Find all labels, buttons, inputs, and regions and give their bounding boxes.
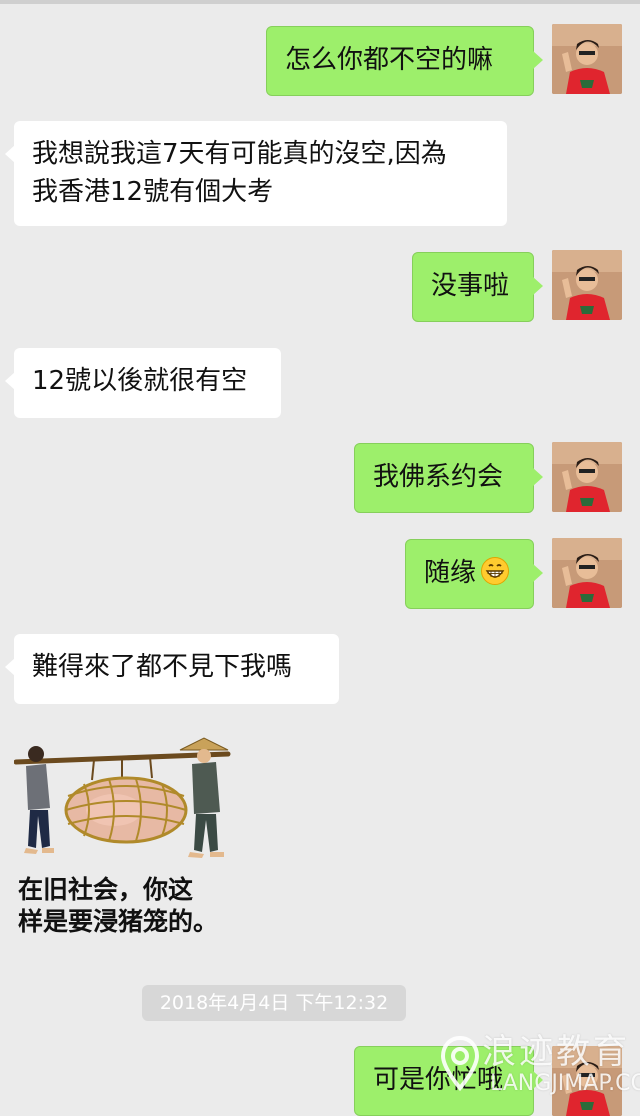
avatar[interactable] xyxy=(552,250,622,320)
message-text-line-1: 我想說我這7天有可能真的沒空,因為 xyxy=(32,139,447,169)
status-bar-edge xyxy=(0,0,640,4)
watermark: 浪迹教育 LANGJIMAP.COM xyxy=(440,1032,640,1104)
outgoing-message-bubble[interactable]: 我佛系约会 xyxy=(354,443,543,513)
location-pin-logo-icon xyxy=(440,1036,480,1092)
avatar-photo-icon xyxy=(552,250,622,320)
outgoing-message-bubble[interactable]: 没事啦 xyxy=(412,252,543,322)
grinning-face-icon xyxy=(480,556,510,586)
incoming-message-bubble[interactable]: 我想說我這7天有可能真的沒空,因為 我香港12號有個大考 xyxy=(5,121,507,226)
avatar-photo-icon xyxy=(552,24,622,94)
message-text: 難得來了都不見下我嗎 xyxy=(32,652,293,682)
outgoing-message-bubble[interactable]: 随缘 xyxy=(405,539,543,609)
avatar[interactable] xyxy=(552,442,622,512)
outgoing-message-bubble[interactable]: 怎么你都不空的嘛 xyxy=(266,26,543,96)
watermark-text: 浪迹教育 xyxy=(482,1032,630,1072)
message-text-line-2: 我香港12號有個大考 xyxy=(32,177,274,207)
avatar-photo-icon xyxy=(552,538,622,608)
message-text: 没事啦 xyxy=(431,271,510,301)
message-text: 12號以後就很有空 xyxy=(32,366,248,396)
avatar[interactable] xyxy=(552,24,622,94)
incoming-message-bubble[interactable]: 12號以後就很有空 xyxy=(5,348,281,418)
message-text: 我佛系约会 xyxy=(373,462,504,492)
pig-cage-sticker-icon xyxy=(13,737,231,858)
avatar[interactable] xyxy=(552,538,622,608)
message-text: 怎么你都不空的嘛 xyxy=(285,45,494,75)
avatar-photo-icon xyxy=(552,442,622,512)
timestamp-divider: 2018年4月4日 下午12:32 xyxy=(142,985,406,1021)
incoming-message-bubble[interactable]: 難得來了都不見下我嗎 xyxy=(5,634,339,704)
sticker-caption: 在旧社会，你这 样是要浸猪笼的。 xyxy=(18,875,219,936)
message-text: 随缘 xyxy=(424,558,477,588)
watermark-url: LANGJIMAP.COM xyxy=(490,1071,640,1096)
